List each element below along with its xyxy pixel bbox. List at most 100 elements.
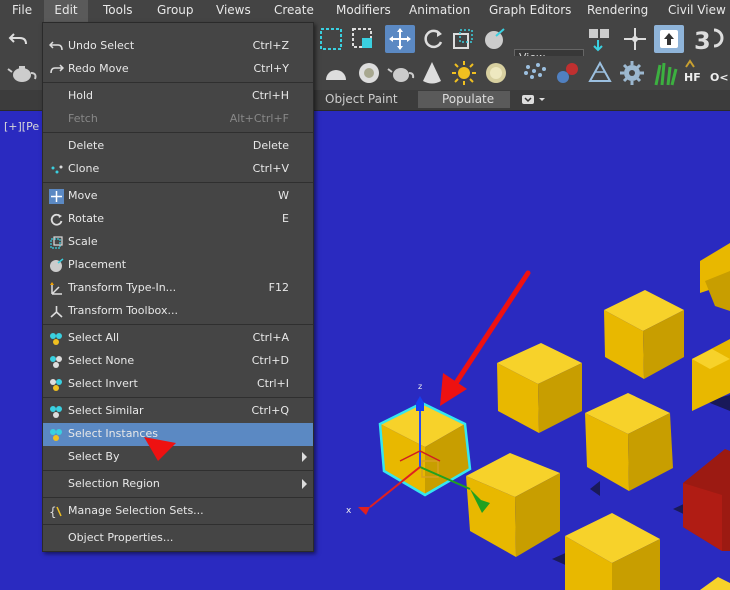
menu-item-select-similar[interactable]: Select Similar Ctrl+Q [43,400,313,423]
menu-file[interactable]: File [12,0,32,22]
menu-item-shortcut: Ctrl+H [251,89,289,102]
menu-modifiers[interactable]: Modifiers [336,0,391,22]
menu-item-shortcut: E [282,212,289,225]
menu-civil-view[interactable]: Civil View [668,0,726,22]
menu-group[interactable]: Group [157,0,194,22]
cone-icon[interactable] [418,59,446,87]
red-cube [683,449,730,551]
object-paint-tab[interactable]: Object Paint [325,92,398,106]
ribbon-options-icon[interactable] [520,94,548,106]
menu-item-shortcut: Ctrl+Q [251,404,289,417]
menu-edit[interactable]: Edit [44,0,88,22]
menu-item-shortcut: W [278,189,289,202]
selection-sets-icon: { [49,505,62,519]
menu-item-label: Manage Selection Sets... [68,504,204,517]
menu-item-shortcut: Ctrl+D [251,354,289,367]
undo-icon[interactable] [6,28,36,52]
menu-item-transform-toolbox[interactable]: Transform Toolbox... [43,300,313,323]
menu-item-delete[interactable]: Delete Delete [43,135,313,158]
menu-item-select-all[interactable]: Select All Ctrl+A [43,327,313,350]
menu-item-clone[interactable]: Clone Ctrl+V [43,158,313,181]
menu-item-hold[interactable]: Hold Ctrl+H [43,85,313,108]
menu-item-select-none[interactable]: Select None Ctrl+D [43,350,313,373]
foliage-icon[interactable] [650,59,678,87]
menu-animation[interactable]: Animation [409,0,470,22]
rotate-icon [50,213,63,226]
hair-fur-icon[interactable]: HF [682,59,706,87]
particles-icon[interactable] [522,59,550,87]
select-none-icon [50,356,62,368]
menu-item-label: Delete [68,139,105,152]
menu-item-label: Placement [68,258,127,271]
menu-item-rotate[interactable]: Rotate E [43,208,313,231]
menu-item-undo-select[interactable]: Undo Select Ctrl+Z [43,35,313,58]
menu-item-label: Selection Region [68,477,160,490]
submenu-arrow-icon [302,452,307,462]
menu-tools[interactable]: Tools [103,0,133,22]
torus-icon[interactable] [355,59,383,87]
cube [700,243,730,311]
move-icon [49,189,64,204]
menu-item-redo-move[interactable]: Redo Move Ctrl+Y [43,58,313,81]
transform-type-in-icon [50,282,62,295]
placement-tool-icon[interactable] [482,26,510,52]
snaps-toggle-icon[interactable]: 3 [692,24,730,54]
sun-light-icon[interactable] [450,59,478,87]
menu-item-select-invert[interactable]: Select Invert Ctrl+I [43,373,313,396]
menu-item-label: Object Properties... [68,531,174,544]
menu-item-scale[interactable]: Scale [43,231,313,254]
menu-item-shortcut: Ctrl+Y [253,62,289,75]
gizmo-z-label: z [418,382,422,391]
menu-item-move[interactable]: Move W [43,185,313,208]
menu-create[interactable]: Create [274,0,314,22]
menu-separator [43,82,313,83]
transform-toolbox-icon [50,306,63,318]
menu-rendering[interactable]: Rendering [587,0,648,22]
menu-separator [43,524,313,525]
select-region-icon[interactable] [318,26,344,52]
menu-item-transform-type-in[interactable]: Transform Type-In... F12 [43,277,313,300]
menu-item-label: Select None [68,354,135,367]
populate-label: Populate [442,92,495,106]
menu-item-placement[interactable]: Placement [43,254,313,277]
teapot-primitive-icon[interactable] [387,60,415,86]
sphere-icon[interactable] [482,59,510,87]
gear-icon[interactable] [618,59,646,87]
compound-object-icon[interactable] [554,59,582,87]
populate-tab[interactable]: Populate [418,91,510,108]
menu-item-selection-region[interactable]: Selection Region [43,473,313,496]
menu-item-shortcut: Ctrl+A [252,331,289,344]
redo-icon [50,64,64,74]
menu-item-label: Undo Select [68,39,135,52]
window-crossing-icon[interactable] [350,26,376,52]
menu-item-label: Rotate [68,212,105,225]
menu-separator [43,132,313,133]
menu-item-shortcut: F12 [268,281,289,294]
menu-item-shortcut: Ctrl+I [256,377,289,390]
menu-item-label: Select By [68,450,120,463]
select-and-manipulate-icon[interactable] [622,26,648,52]
hemisphere-icon[interactable] [322,60,350,86]
menu-graph-editors[interactable]: Graph Editors [489,0,571,22]
xform-icon[interactable]: O< [710,59,730,87]
move-tool-icon[interactable] [385,25,415,53]
select-all-icon [50,333,62,345]
gizmo-x-label: x [346,506,352,516]
pivot-center-icon[interactable] [586,26,612,52]
menu-item-object-properties[interactable]: Object Properties... [43,527,313,550]
selected-cube[interactable] [378,401,472,497]
keyboard-shortcut-toggle-icon[interactable] [654,25,684,53]
svg-text:{: { [49,505,57,519]
scale-tool-icon[interactable] [450,26,476,52]
teapot-icon[interactable] [6,60,40,86]
cube [700,577,730,590]
nurbs-icon[interactable] [586,59,614,87]
menu-item-label: Hold [68,89,94,102]
menu-views[interactable]: Views [216,0,251,22]
menu-item-fetch[interactable]: Fetch Alt+Ctrl+F [43,108,313,131]
rotate-tool-icon[interactable] [420,26,446,52]
cube [585,393,673,491]
menu-separator [43,497,313,498]
svg-text:3: 3 [694,27,711,54]
menu-item-manage-selection-sets[interactable]: { Manage Selection Sets... [43,500,313,523]
